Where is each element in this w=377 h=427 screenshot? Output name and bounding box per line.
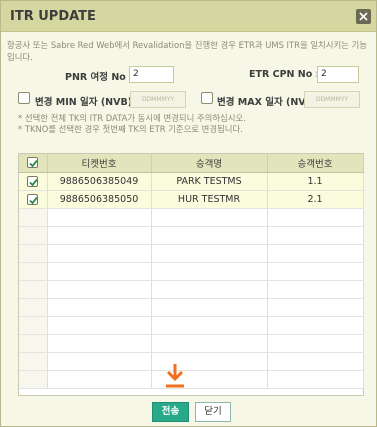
- empty-cell: [151, 334, 268, 353]
- itr-update-dialog: ITR UPDATE 항공사 또는 Sabre Red Web에서 Revali…: [0, 0, 377, 427]
- row-checkbox[interactable]: [27, 193, 39, 205]
- row-checkbox-cell[interactable]: [19, 172, 48, 191]
- column-header-pax[interactable]: 승객번호: [267, 154, 364, 173]
- check-icon: [29, 160, 38, 168]
- empty-cell: [47, 316, 152, 335]
- table-row[interactable]: 9886506385050 HUR TESTMR 2.1: [19, 190, 364, 209]
- empty-cell: [47, 208, 152, 227]
- empty-row: [19, 208, 364, 227]
- empty-cell: [19, 262, 48, 281]
- select-all-cell[interactable]: [19, 154, 48, 173]
- empty-cell: [267, 208, 364, 227]
- dialog-title: ITR UPDATE: [10, 9, 96, 24]
- empty-cell: [267, 226, 364, 245]
- hint-line-1: * 선택한 전체 TK의 ITR DATA가 동시에 변경되니 주의하십시오.: [18, 113, 246, 123]
- empty-cell: [47, 262, 152, 281]
- passenger-number: 1.1: [267, 172, 364, 191]
- etr-cpn-label: ETR CPN No :: [249, 69, 320, 80]
- pnr-label: PNR 여정 No :: [65, 72, 133, 83]
- max-date-checkbox[interactable]: [201, 92, 213, 104]
- table-row[interactable]: 9886506385049 PARK TESTMS 1.1: [19, 172, 364, 191]
- empty-cell: [267, 262, 364, 281]
- empty-cell: [19, 316, 48, 335]
- empty-row: [19, 298, 364, 317]
- min-date-checkbox[interactable]: [18, 92, 30, 104]
- down-arrow-icon: [164, 363, 186, 389]
- empty-cell: [19, 298, 48, 317]
- empty-cell: [47, 298, 152, 317]
- empty-cell: [267, 316, 364, 335]
- empty-cell: [267, 370, 364, 389]
- close-button[interactable]: 닫기: [195, 402, 231, 422]
- empty-row: [19, 280, 364, 299]
- empty-cell: [267, 334, 364, 353]
- empty-row: [19, 262, 364, 281]
- empty-row: [19, 370, 364, 389]
- arrow-down-indicator-icon: [166, 364, 184, 388]
- empty-row: [19, 334, 364, 353]
- column-header-ticket[interactable]: 티켓번호: [47, 154, 152, 173]
- empty-cell: [151, 262, 268, 281]
- empty-cell: [47, 244, 152, 263]
- passenger-name: HUR TESTMR: [151, 190, 268, 209]
- empty-cell: [19, 208, 48, 227]
- empty-cell: [47, 226, 152, 245]
- empty-cell: [47, 352, 152, 371]
- empty-cell: [267, 352, 364, 371]
- empty-cell: [151, 244, 268, 263]
- close-icon[interactable]: [356, 9, 371, 24]
- close-x-icon: [359, 12, 368, 21]
- empty-cell: [47, 370, 152, 389]
- table-header-row: 티켓번호 승객명 승객번호: [19, 154, 364, 173]
- row-checkbox[interactable]: [27, 175, 39, 187]
- info-notice: 항공사 또는 Sabre Red Web에서 Revalidation을 진행한…: [7, 40, 367, 62]
- empty-cell: [19, 280, 48, 299]
- empty-cell: [151, 226, 268, 245]
- max-date-input[interactable]: DDMMMYY: [304, 91, 360, 108]
- pnr-input[interactable]: 2: [129, 66, 174, 83]
- empty-cell: [47, 334, 152, 353]
- pnr-etr-row: PNR 여정 No : 2 ETR CPN No : 2: [1, 66, 376, 84]
- empty-cell: [151, 298, 268, 317]
- check-icon: [29, 178, 38, 186]
- select-all-checkbox[interactable]: [27, 157, 39, 169]
- empty-cell: [267, 298, 364, 317]
- empty-cell: [19, 370, 48, 389]
- empty-row: [19, 244, 364, 263]
- passenger-number: 2.1: [267, 190, 364, 209]
- empty-cell: [151, 280, 268, 299]
- min-date-input[interactable]: DDMMMYY: [130, 91, 186, 108]
- min-date-label: 변경 MIN 일자 (NVB) :: [35, 97, 140, 108]
- title-bar: ITR UPDATE: [1, 1, 376, 32]
- empty-cell: [151, 316, 268, 335]
- empty-row: [19, 226, 364, 245]
- empty-row: [19, 316, 364, 335]
- empty-cell: [267, 280, 364, 299]
- ticket-number: 9886506385049: [47, 172, 152, 191]
- hint-line-2: * TKNO를 선택한 경우 첫번째 TK의 ETR 기준으로 변경됩니다.: [18, 124, 243, 134]
- date-range-row: 변경 MIN 일자 (NVB) : DDMMMYY 변경 MAX 일자 (NVA…: [1, 91, 376, 109]
- check-icon: [29, 196, 38, 204]
- empty-cell: [19, 352, 48, 371]
- empty-cell: [19, 334, 48, 353]
- empty-row: [19, 352, 364, 371]
- empty-cell: [19, 226, 48, 245]
- passenger-name: PARK TESTMS: [151, 172, 268, 191]
- ticket-table: 티켓번호 승객명 승객번호 9886506385049 PARK TESTMS …: [19, 154, 364, 389]
- empty-cell: [19, 244, 48, 263]
- empty-cell: [267, 244, 364, 263]
- etr-cpn-input[interactable]: 2: [317, 66, 359, 83]
- row-checkbox-cell[interactable]: [19, 190, 48, 209]
- send-button[interactable]: 전송: [152, 402, 189, 422]
- ticket-number: 9886506385050: [47, 190, 152, 209]
- ticket-grid: 티켓번호 승객명 승객번호 9886506385049 PARK TESTMS …: [18, 153, 364, 396]
- hint-text: * 선택한 전체 TK의 ITR DATA가 동시에 변경되니 주의하십시오. …: [18, 113, 373, 135]
- empty-cell: [151, 208, 268, 227]
- empty-cell: [47, 280, 152, 299]
- dialog-footer: 전송 닫기: [1, 396, 376, 426]
- column-header-name[interactable]: 승객명: [151, 154, 268, 173]
